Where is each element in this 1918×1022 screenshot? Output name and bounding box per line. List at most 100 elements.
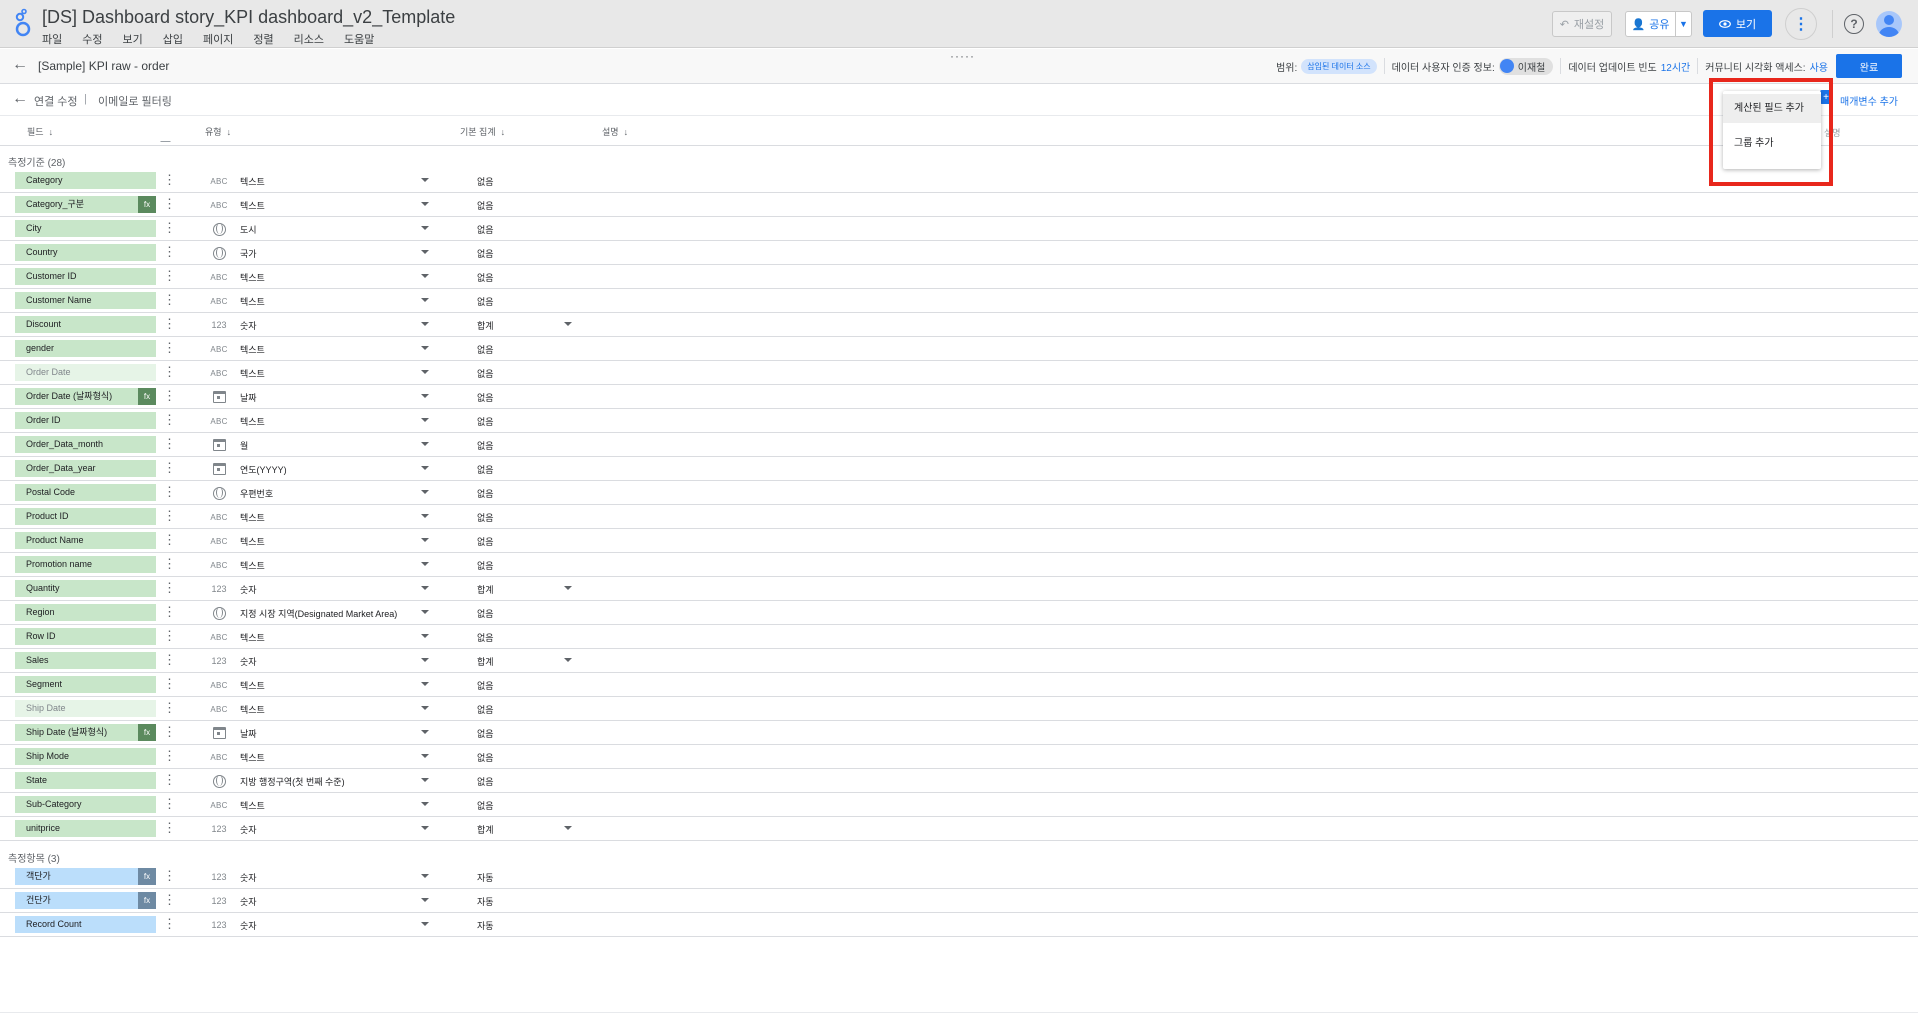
formula-fx-icon[interactable]: fx bbox=[138, 388, 156, 405]
field-name-pill[interactable]: Product ID bbox=[15, 508, 156, 525]
dimension-row[interactable]: Ship Mode ⋮ ABC 텍스트 없음 bbox=[0, 745, 1918, 769]
field-name-pill[interactable]: Ship Mode bbox=[15, 748, 156, 765]
menu-arrange[interactable]: 정렬 bbox=[253, 31, 273, 47]
menu-page[interactable]: 페이지 bbox=[203, 31, 233, 47]
field-more-options-icon[interactable]: ⋮ bbox=[163, 508, 176, 524]
more-options-icon[interactable]: ⋮ bbox=[1785, 8, 1817, 40]
field-name-pill[interactable]: Country bbox=[15, 244, 156, 261]
field-type-select[interactable]: 숫자 bbox=[240, 319, 257, 332]
field-more-options-icon[interactable]: ⋮ bbox=[163, 532, 176, 548]
back-arrow-icon[interactable]: ← bbox=[12, 90, 28, 108]
field-more-options-icon[interactable]: ⋮ bbox=[163, 916, 176, 932]
field-name-pill[interactable]: unitprice bbox=[15, 820, 156, 837]
field-more-options-icon[interactable]: ⋮ bbox=[163, 652, 176, 668]
add-parameter-link[interactable]: 매개변수 추가 bbox=[1840, 93, 1898, 108]
type-dropdown-icon[interactable] bbox=[421, 538, 429, 542]
type-dropdown-icon[interactable] bbox=[421, 874, 429, 878]
field-more-options-icon[interactable]: ⋮ bbox=[163, 172, 176, 188]
field-name-pill[interactable]: Product Name bbox=[15, 532, 156, 549]
share-dropdown-icon[interactable]: ▼ bbox=[1675, 12, 1691, 36]
dimension-row[interactable]: Country ⋮ 국가 없음 bbox=[0, 241, 1918, 265]
field-name-pill[interactable]: Order ID bbox=[15, 412, 156, 429]
credential-user-chip[interactable]: 이재철 bbox=[1498, 57, 1554, 75]
field-name-pill[interactable]: Category_구분 bbox=[15, 196, 156, 213]
field-type-select[interactable]: 텍스트 bbox=[240, 751, 265, 764]
type-dropdown-icon[interactable] bbox=[421, 634, 429, 638]
field-more-options-icon[interactable]: ⋮ bbox=[163, 628, 176, 644]
metric-row[interactable]: Record Count ⋮ 123 숫자 자동 bbox=[0, 913, 1918, 937]
type-dropdown-icon[interactable] bbox=[421, 586, 429, 590]
menu-edit[interactable]: 수정 bbox=[82, 31, 102, 47]
done-button[interactable]: 완료 bbox=[1836, 54, 1902, 78]
refresh-frequency-link[interactable]: 12시간 bbox=[1661, 59, 1691, 74]
field-name-pill[interactable]: Sales bbox=[15, 652, 156, 669]
field-name-pill[interactable]: 건단가 bbox=[15, 892, 156, 909]
field-type-select[interactable]: 텍스트 bbox=[240, 535, 265, 548]
field-type-select[interactable]: 지방 행정구역(첫 번째 수준) bbox=[240, 775, 345, 788]
field-more-options-icon[interactable]: ⋮ bbox=[163, 556, 176, 572]
field-name-pill[interactable]: Category bbox=[15, 172, 156, 189]
dimension-row[interactable]: Order ID ⋮ ABC 텍스트 없음 bbox=[0, 409, 1918, 433]
field-type-select[interactable]: 텍스트 bbox=[240, 415, 265, 428]
aggregation-dropdown-icon[interactable] bbox=[564, 658, 572, 662]
field-more-options-icon[interactable]: ⋮ bbox=[163, 604, 176, 620]
formula-fx-icon[interactable]: fx bbox=[138, 724, 156, 741]
dimension-row[interactable]: Discount ⋮ 123 숫자 합계 bbox=[0, 313, 1918, 337]
field-type-select[interactable]: 숫자 bbox=[240, 895, 257, 908]
field-more-options-icon[interactable]: ⋮ bbox=[163, 820, 176, 836]
field-more-options-icon[interactable]: ⋮ bbox=[163, 268, 176, 284]
report-title[interactable]: [DS] Dashboard story_KPI dashboard_v2_Te… bbox=[42, 7, 455, 28]
type-dropdown-icon[interactable] bbox=[421, 706, 429, 710]
field-type-select[interactable]: 텍스트 bbox=[240, 799, 265, 812]
reset-button[interactable]: ↶ 재설정 bbox=[1552, 11, 1612, 37]
field-type-select[interactable]: 텍스트 bbox=[240, 199, 265, 212]
field-type-select[interactable]: 텍스트 bbox=[240, 295, 265, 308]
type-dropdown-icon[interactable] bbox=[421, 682, 429, 686]
type-dropdown-icon[interactable] bbox=[421, 610, 429, 614]
aggregation-value[interactable]: 합계 bbox=[477, 319, 494, 332]
community-access-link[interactable]: 사용 bbox=[1810, 59, 1828, 74]
type-dropdown-icon[interactable] bbox=[421, 274, 429, 278]
aggregation-dropdown-icon[interactable] bbox=[564, 826, 572, 830]
field-more-options-icon[interactable]: ⋮ bbox=[163, 892, 176, 908]
dimension-row[interactable]: Customer ID ⋮ ABC 텍스트 없음 bbox=[0, 265, 1918, 289]
menu-view[interactable]: 보기 bbox=[123, 31, 143, 47]
dimension-row[interactable]: Order Date ⋮ ABC 텍스트 없음 bbox=[0, 361, 1918, 385]
field-type-select[interactable]: 도시 bbox=[240, 223, 257, 236]
dimension-row[interactable]: Category_구분 fx ⋮ ABC 텍스트 없음 bbox=[0, 193, 1918, 217]
field-type-select[interactable]: 텍스트 bbox=[240, 511, 265, 524]
field-more-options-icon[interactable]: ⋮ bbox=[163, 868, 176, 884]
field-more-options-icon[interactable]: ⋮ bbox=[163, 412, 176, 428]
dimension-row[interactable]: Product Name ⋮ ABC 텍스트 없음 bbox=[0, 529, 1918, 553]
field-more-options-icon[interactable]: ⋮ bbox=[163, 316, 176, 332]
type-dropdown-icon[interactable] bbox=[421, 178, 429, 182]
dimension-row[interactable]: Quantity ⋮ 123 숫자 합계 bbox=[0, 577, 1918, 601]
field-type-select[interactable]: 텍스트 bbox=[240, 679, 265, 692]
dimension-row[interactable]: Segment ⋮ ABC 텍스트 없음 bbox=[0, 673, 1918, 697]
dimension-row[interactable]: Category ⋮ ABC 텍스트 없음 bbox=[0, 169, 1918, 193]
type-dropdown-icon[interactable] bbox=[421, 418, 429, 422]
aggregation-value[interactable]: 합계 bbox=[477, 655, 494, 668]
formula-fx-icon[interactable]: fx bbox=[138, 892, 156, 909]
type-dropdown-icon[interactable] bbox=[421, 778, 429, 782]
looker-studio-logo-icon[interactable] bbox=[12, 8, 34, 38]
field-type-select[interactable]: 우편번호 bbox=[240, 487, 273, 500]
field-more-options-icon[interactable]: ⋮ bbox=[163, 580, 176, 596]
dimension-row[interactable]: Order Date (날짜형식) fx ⋮ 날짜 없음 bbox=[0, 385, 1918, 409]
dimension-row[interactable]: Sales ⋮ 123 숫자 합계 bbox=[0, 649, 1918, 673]
field-name-pill[interactable]: Customer Name bbox=[15, 292, 156, 309]
field-name-pill[interactable]: Record Count bbox=[15, 916, 156, 933]
type-dropdown-icon[interactable] bbox=[421, 490, 429, 494]
field-name-pill[interactable]: gender bbox=[15, 340, 156, 357]
type-dropdown-icon[interactable] bbox=[421, 922, 429, 926]
field-type-select[interactable]: 텍스트 bbox=[240, 631, 265, 644]
field-name-pill[interactable]: Postal Code bbox=[15, 484, 156, 501]
column-resize-handle[interactable] bbox=[160, 134, 178, 142]
dimension-row[interactable]: Sub-Category ⋮ ABC 텍스트 없음 bbox=[0, 793, 1918, 817]
field-name-pill[interactable]: Quantity bbox=[15, 580, 156, 597]
type-dropdown-icon[interactable] bbox=[421, 802, 429, 806]
type-dropdown-icon[interactable] bbox=[421, 754, 429, 758]
aggregation-dropdown-icon[interactable] bbox=[564, 586, 572, 590]
type-dropdown-icon[interactable] bbox=[421, 322, 429, 326]
email-filter-link[interactable]: 이메일로 필터링 bbox=[98, 93, 172, 109]
